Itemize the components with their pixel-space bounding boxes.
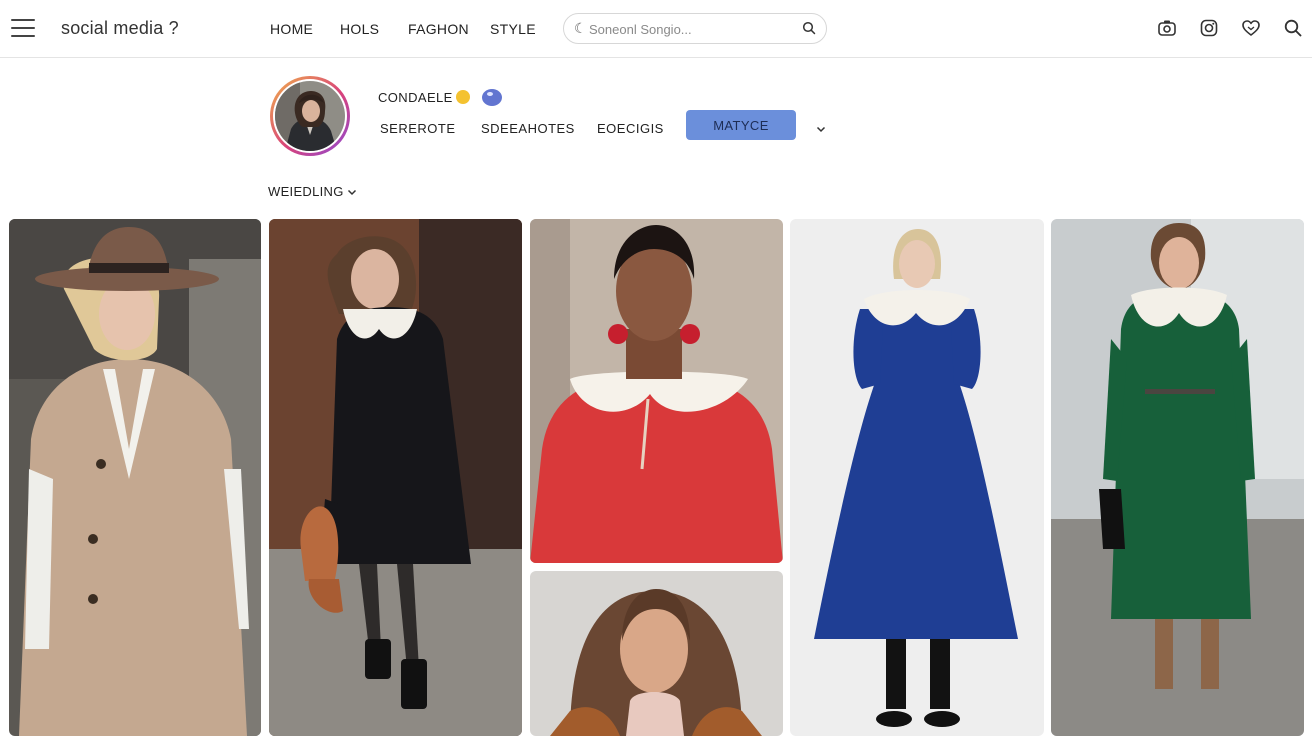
photo-tile-blue-dress[interactable] [790,219,1044,736]
menu-icon[interactable] [11,19,35,39]
nav-fashion[interactable]: FAGHON [408,21,469,37]
search-input[interactable] [589,20,789,38]
search-icon[interactable] [802,21,816,35]
filter-dropdown[interactable]: WEIEDLING [268,184,344,199]
profile-avatar[interactable] [270,76,350,156]
profile-tab-3[interactable]: EOECIGIS [597,121,664,136]
primary-action-button[interactable]: MATYCE [686,110,796,140]
instagram-icon[interactable] [1199,18,1219,38]
search-bar[interactable]: ☾ [563,13,827,44]
profile-name: CONDAELE [378,90,453,105]
photo-tile-knit-portrait[interactable] [530,571,783,736]
avatar-photo [275,81,345,151]
profile-tab-1[interactable]: SEREROTE [380,121,456,136]
nav-style[interactable]: STYLE [490,21,536,37]
chevron-down-icon[interactable] [815,123,827,135]
profile-tab-2[interactable]: SDEEAHOTES [481,121,575,136]
heart-icon[interactable] [1241,18,1261,38]
search-icon[interactable] [1283,18,1303,38]
message-bubble-icon[interactable] [482,89,502,106]
brand-title[interactable]: social media ? [61,18,179,39]
photo-tile-beige-coat[interactable] [9,219,261,736]
chevron-down-icon[interactable] [346,186,358,198]
top-navigation-bar: social media ? HOME HOLS FAGHON STYLE ☾ [0,0,1312,58]
photo-tile-green-dress[interactable] [1051,219,1304,736]
verified-badge-icon [456,90,470,104]
photo-tile-black-dress[interactable] [269,219,522,736]
back-arrow-icon: ☾ [574,20,587,36]
camera-icon[interactable] [1157,18,1177,38]
photo-tile-red-top[interactable] [530,219,783,563]
nav-hols[interactable]: HOLS [340,21,379,37]
filter-label: WEIEDLING [268,184,344,199]
nav-home[interactable]: HOME [270,21,313,37]
